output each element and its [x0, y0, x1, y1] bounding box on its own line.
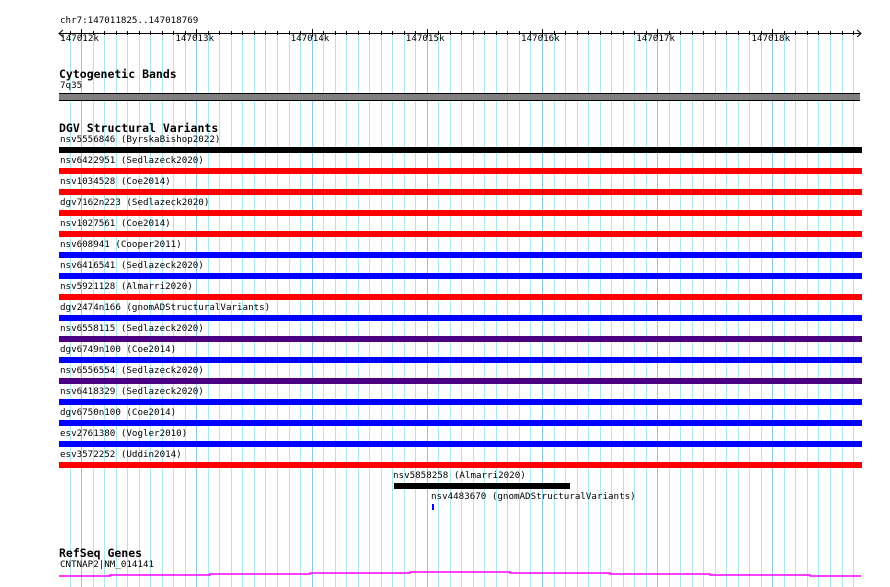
- variant-bar[interactable]: [59, 336, 862, 342]
- cytoband-label: 7q35: [60, 80, 83, 91]
- ruler-tick-label: 147017k: [636, 33, 675, 44]
- variant-bar[interactable]: [59, 441, 862, 447]
- variant-bar[interactable]: [59, 231, 862, 237]
- variant-bar[interactable]: [59, 273, 862, 279]
- variant-bar[interactable]: [59, 399, 862, 405]
- variant-label: nsv1034528 (Coe2014): [60, 176, 171, 187]
- variant-label: dgv7162n223 (Sedlazeck2020): [60, 197, 210, 208]
- variant-bar[interactable]: [59, 147, 862, 153]
- variant-label: nsv6556554 (Sedlazeck2020): [60, 365, 204, 376]
- gene-model-line: [59, 571, 861, 577]
- variant-label: nsv5858258 (Almarri2020): [393, 470, 526, 481]
- variant-bar[interactable]: [59, 357, 862, 363]
- variant-label: dgv6749n100 (Coe2014): [60, 344, 177, 355]
- variant-label: esv3572252 (Uddin2014): [60, 449, 182, 460]
- variant-label: nsv5556846 (ByrskaBishop2022): [60, 134, 221, 145]
- ruler-tick-label: 147014k: [290, 33, 330, 44]
- variant-bar[interactable]: [432, 504, 434, 510]
- cytoband-bar[interactable]: [59, 93, 860, 101]
- variant-label: nsv1027561 (Coe2014): [60, 218, 171, 229]
- variant-bar[interactable]: [59, 378, 862, 384]
- refseq-track-title: RefSeq Genes: [59, 546, 143, 560]
- ruler-tick-label: 147012k: [60, 33, 99, 44]
- ruler-tick-label: 147018k: [751, 33, 791, 44]
- region-label: chr7:147011825..147018769: [60, 15, 199, 26]
- variant-label: nsv6558115 (Sedlazeck2020): [60, 323, 204, 334]
- variant-label: nsv6422951 (Sedlazeck2020): [60, 155, 204, 166]
- ruler-tick-label: 147013k: [175, 33, 215, 44]
- variant-label: nsv6416541 (Sedlazeck2020): [60, 260, 204, 271]
- variant-bar[interactable]: [59, 210, 862, 216]
- variant-label: esv2761380 (Vogler2010): [60, 428, 188, 439]
- variant-label: dgv2474n166 (gnomADStructuralVariants): [60, 302, 271, 313]
- variant-label: nsv6418329 (Sedlazeck2020): [60, 386, 204, 397]
- variant-bar[interactable]: [59, 252, 862, 258]
- variant-bar[interactable]: [59, 168, 862, 174]
- ruler-tick-label: 147015k: [405, 33, 445, 44]
- variant-bar[interactable]: [59, 315, 862, 321]
- gene-label: CNTNAP2|NM_014141: [60, 559, 155, 570]
- dgv-track-title: DGV Structural Variants: [59, 121, 219, 135]
- variant-bar[interactable]: [59, 189, 862, 195]
- variant-label: nsv4483670 (gnomADStructuralVariants): [431, 491, 636, 502]
- variant-bar[interactable]: [394, 483, 570, 489]
- variant-label: nsv608941 (Cooper2011): [60, 239, 182, 250]
- variant-label: nsv5921128 (Almarri2020): [60, 281, 193, 292]
- variant-bar[interactable]: [59, 420, 862, 426]
- cytoband-track-title: Cytogenetic Bands: [59, 67, 177, 81]
- ruler-tick-label: 147016k: [520, 33, 560, 44]
- variant-label: dgv6750n100 (Coe2014): [60, 407, 177, 418]
- variant-bar[interactable]: [59, 294, 862, 300]
- variant-bar[interactable]: [59, 462, 862, 468]
